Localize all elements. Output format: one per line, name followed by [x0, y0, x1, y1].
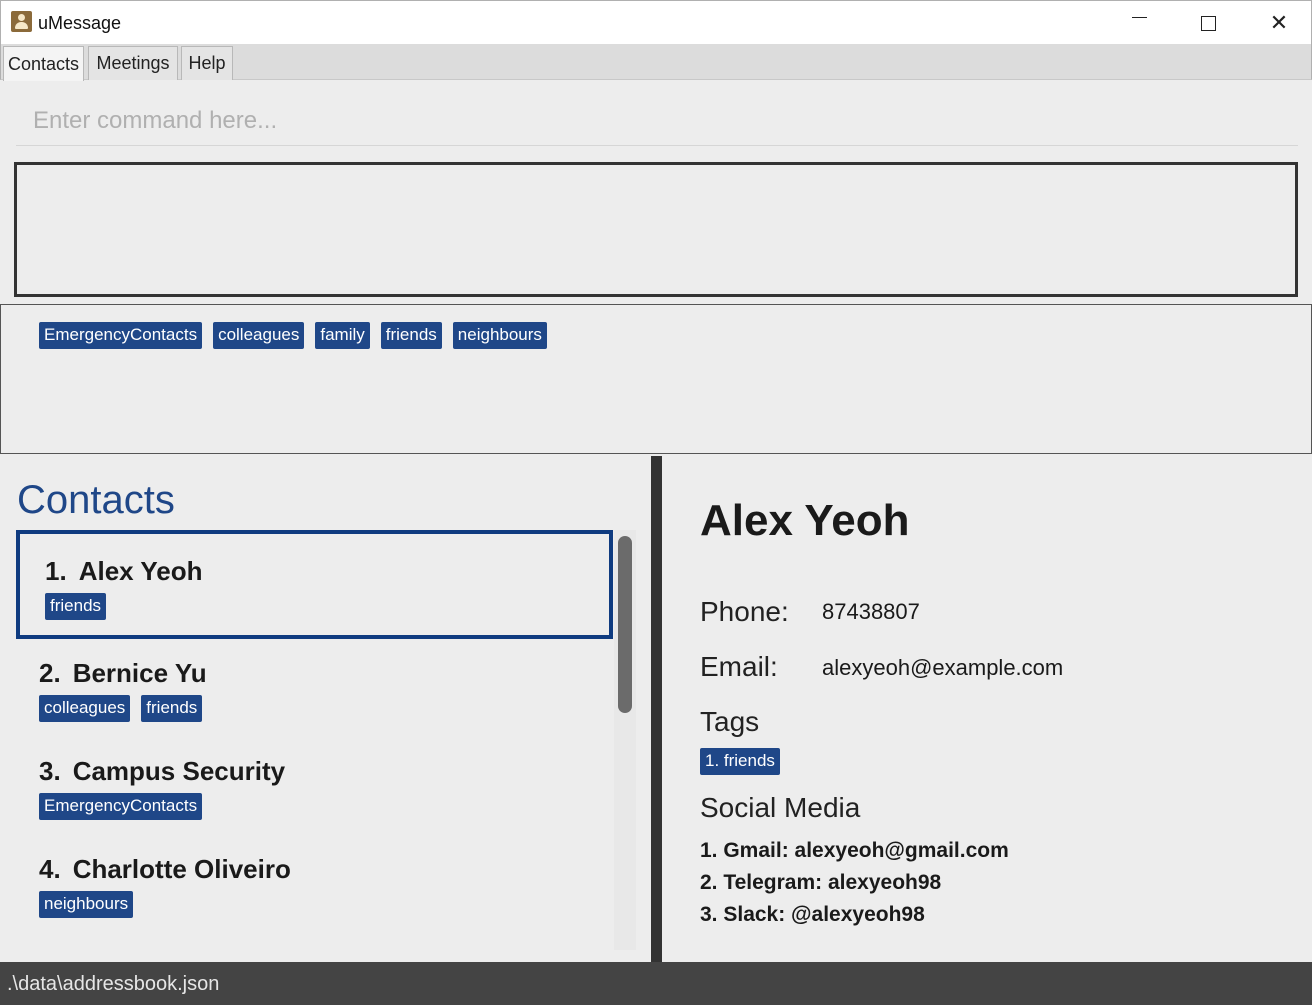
app-contact-icon: [11, 11, 32, 32]
close-icon: ✕: [1269, 10, 1289, 35]
tag-badge: neighbours: [39, 891, 134, 918]
save-location-path: .\data\addressbook.json: [7, 973, 220, 995]
tab-contacts[interactable]: Contacts: [3, 46, 84, 81]
tag-badge: EmergencyContacts: [39, 322, 203, 349]
command-input[interactable]: [16, 96, 1298, 146]
phone-value: 87438807: [822, 599, 920, 624]
contact-card[interactable]: 4. Charlotte Oliveiro neighbours: [16, 854, 613, 934]
social-media-item: 1. Gmail: alexyeoh@gmail.com: [700, 839, 1009, 862]
tag-badge: 1. friends: [700, 748, 780, 775]
contact-card[interactable]: 3. Campus Security EmergencyContacts: [16, 756, 613, 836]
contact-tags: friends: [45, 593, 609, 620]
contact-index: 3.: [39, 756, 61, 786]
minimize-button[interactable]: [1107, 1, 1171, 45]
tab-bar: Contacts Meetings Help: [0, 44, 1312, 81]
tags-label: Tags: [700, 706, 760, 737]
minimize-icon: [1131, 16, 1147, 18]
tab-meetings[interactable]: Meetings: [88, 46, 178, 80]
tag-badge: friends: [141, 695, 203, 722]
contact-tags: EmergencyContacts: [39, 793, 613, 820]
phone-label: Phone:: [700, 596, 789, 627]
contact-name-row: 4. Charlotte Oliveiro: [39, 854, 613, 885]
contact-name-row: 1. Alex Yeoh: [45, 556, 609, 587]
maximize-icon: [1200, 15, 1216, 31]
social-media-item: 2. Telegram: alexyeoh98: [700, 871, 942, 894]
contact-name: Campus Security: [72, 756, 286, 786]
split-pane-divider[interactable]: [651, 456, 662, 962]
tag-badge: family: [315, 322, 370, 349]
tag-badge: colleagues: [39, 695, 131, 722]
tag-badge: neighbours: [452, 322, 547, 349]
email-value: alexyeoh@example.com: [822, 655, 1064, 680]
status-bar: .\data\addressbook.json: [0, 962, 1312, 1005]
title-bar: uMessage ✕: [0, 0, 1312, 44]
contact-name: Alex Yeoh: [78, 556, 203, 586]
close-button[interactable]: ✕: [1247, 1, 1311, 45]
email-label: Email:: [700, 651, 778, 682]
tag-badge: friends: [45, 593, 107, 620]
contact-index: 1.: [45, 556, 67, 586]
tag-badge: EmergencyContacts: [39, 793, 203, 820]
contact-name-row: 3. Campus Security: [39, 756, 613, 787]
detail-contact-name: Alex Yeoh: [700, 496, 910, 545]
tab-help[interactable]: Help: [181, 46, 233, 80]
contact-name: Bernice Yu: [72, 658, 207, 688]
tag-badge: colleagues: [213, 322, 305, 349]
detail-tags: 1. friends: [700, 748, 780, 775]
contact-name-row: 2. Bernice Yu: [39, 658, 613, 689]
contact-index: 4.: [39, 854, 61, 884]
contacts-heading: Contacts: [17, 478, 175, 522]
contact-card[interactable]: 1. Alex Yeoh friends: [16, 530, 613, 639]
contact-tags: neighbours: [39, 891, 613, 918]
maximize-button[interactable]: [1176, 1, 1240, 45]
social-media-label: Social Media: [700, 792, 861, 823]
contact-name: Charlotte Oliveiro: [72, 854, 291, 884]
tag-panel: EmergencyContacts colleagues family frie…: [0, 304, 1312, 454]
contact-index: 2.: [39, 658, 61, 688]
social-media-item: 3. Slack: @alexyeoh98: [700, 903, 925, 926]
tag-badge: friends: [380, 322, 442, 349]
contact-list[interactable]: 1. Alex Yeoh friends 2. Bernice Yu colle…: [16, 530, 616, 950]
contact-tags: colleagues friends: [39, 695, 613, 722]
contact-card[interactable]: 2. Bernice Yu colleagues friends: [16, 658, 613, 738]
all-tags-list: EmergencyContacts colleagues family frie…: [39, 322, 547, 349]
window-title: uMessage: [38, 13, 122, 33]
scrollbar-thumb[interactable]: [618, 536, 632, 713]
result-display[interactable]: [14, 162, 1298, 297]
